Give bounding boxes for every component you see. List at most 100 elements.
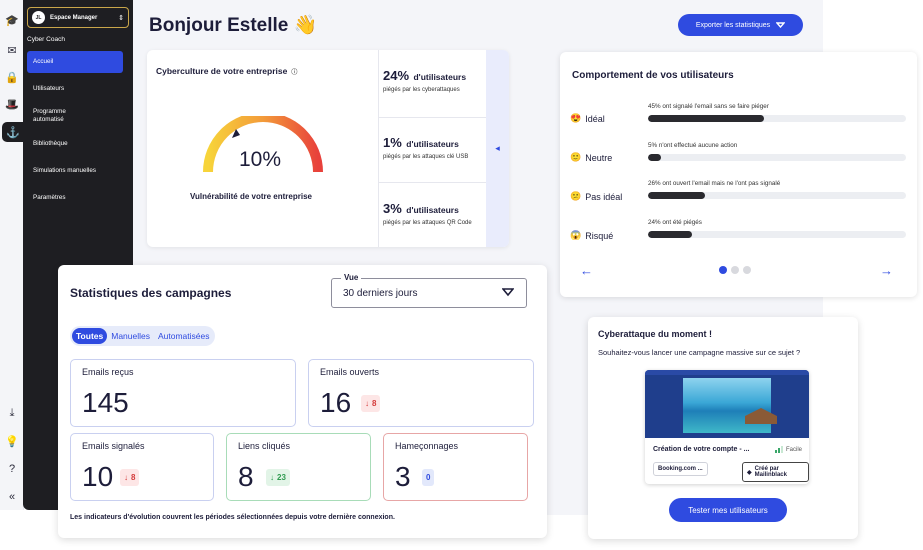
stat-unit: d'utilisateurs — [406, 139, 459, 149]
gauge-label: Vulnérabilité de votre entreprise — [190, 192, 312, 201]
sidebar-item-bibliotheque[interactable]: Bibliothèque — [27, 140, 123, 148]
kpi-value: 8 — [238, 461, 254, 492]
carousel-dot[interactable] — [719, 266, 727, 274]
behaviour-label-ideal: 😍 Idéal — [570, 113, 605, 124]
period-select-value: 30 derniers jours — [343, 288, 418, 299]
stat-value: 1% — [383, 135, 402, 150]
template-creator: ◆ Créé par Mailinblack — [742, 462, 809, 482]
kpi-hameconnages: Hameçonnages 3 0 — [383, 433, 528, 501]
chevron-updown-icon: ⇕ — [118, 14, 124, 22]
trap-stats: 24% d'utilisateurs piégés par les cybera… — [378, 50, 487, 247]
template-strip — [645, 370, 809, 375]
collapse-panel-button[interactable]: ◂ — [486, 50, 509, 247]
stat-unit: d'utilisateurs — [406, 205, 459, 215]
help-icon[interactable]: ? — [5, 462, 19, 476]
kpi-liens-cliques: Liens cliqués 8 ↓ 23 — [226, 433, 371, 501]
attack-title: Cyberattaque du moment ! — [598, 329, 713, 339]
template-difficulty: Facile — [775, 446, 802, 453]
campaign-footnote: Les indicateurs d'évolution couvrent les… — [70, 514, 395, 521]
carousel-dot[interactable] — [731, 266, 739, 274]
divider — [379, 117, 487, 118]
kpi-emails-ouverts: Emails ouverts 16 ↓ 8 — [308, 359, 534, 427]
stat-desc: piégés par les attaques QR Code — [383, 220, 472, 226]
template-sender: Booking.com ... — [653, 462, 708, 476]
hook-icon[interactable]: ⚓ — [2, 122, 24, 142]
kpi-delta-value: 23 — [277, 473, 286, 482]
export-button[interactable]: Exporter les statistiques — [678, 14, 803, 36]
kpi-label: Emails signalés — [82, 441, 145, 451]
tab-toutes[interactable]: Toutes — [72, 328, 108, 344]
template-preview[interactable]: Création de votre compte - ... Facile Bo… — [645, 370, 809, 484]
behaviour-bar-fill — [648, 115, 765, 122]
sidebar-item-programme[interactable]: Programme automatisé — [27, 108, 87, 124]
kpi-label: Hameçonnages — [395, 441, 459, 451]
chevron-left-icon: ◂ — [495, 143, 500, 153]
arrow-left-icon[interactable]: ← — [580, 263, 593, 278]
hat-icon[interactable]: 🎩 — [5, 97, 19, 111]
kpi-delta-badge: ↓ 8 — [120, 469, 140, 486]
behaviour-caption: 45% ont signalé l'email sans se faire pi… — [648, 103, 769, 110]
kpi-delta-value: 8 — [131, 473, 136, 482]
icon-rail: 🎓 ✉ 🔒 🎩 ⚓ ⤓ 💡 ? « — [0, 0, 24, 510]
template-name: Création de votre compte - ... — [653, 446, 750, 453]
space-selector[interactable]: JL Espace Manager ⇕ — [27, 7, 129, 28]
behaviour-label-text: Idéal — [585, 113, 605, 124]
test-users-button[interactable]: Tester mes utilisateurs — [669, 498, 787, 522]
attack-card: Cyberattaque du moment ! Souhaitez-vous … — [588, 317, 858, 539]
download-icon[interactable]: ⤓ — [5, 406, 19, 420]
sidebar-item-parametres[interactable]: Paramètres — [27, 194, 123, 202]
gauge-value: 10% — [239, 148, 282, 171]
arrow-right-icon[interactable]: → — [880, 263, 893, 278]
kpi-delta-value: 8 — [372, 399, 377, 408]
collapse-icon[interactable]: « — [5, 490, 19, 504]
arrow-down-icon: ↓ — [365, 399, 369, 408]
kpi-delta-badge: ↓ 23 — [266, 469, 290, 486]
behaviour-caption: 24% ont été piégés — [648, 219, 702, 226]
kpi-value: 10 — [82, 461, 114, 492]
period-select-label: Vue — [341, 273, 362, 282]
tab-manuelles[interactable]: Manuelles — [107, 328, 154, 344]
stat-desc: piégés par les attaques clé USB — [383, 154, 469, 160]
avatar: JL — [32, 11, 45, 24]
template-banner — [645, 370, 809, 438]
behaviour-label-pas-ideal: 😕 Pas idéal — [570, 191, 622, 202]
stat-cyberattaques: 24% d'utilisateurs piégés par les cybera… — [383, 67, 483, 95]
sidebar-item-simulations[interactable]: Simulations manuelles — [27, 167, 123, 175]
arrow-down-icon: ↓ — [124, 473, 128, 482]
difficulty-label: Facile — [786, 446, 803, 453]
info-icon[interactable]: ⓘ — [291, 70, 297, 76]
behaviour-label-text: Pas idéal — [585, 191, 623, 202]
campaign-stats-title: Statistiques des campagnes — [70, 286, 232, 300]
smile-hearts-icon: 😍 — [570, 113, 582, 123]
scream-face-icon: 😱 — [570, 230, 582, 240]
stat-value: 3% — [383, 201, 402, 216]
cyberculture-title-text: Cyberculture de votre entreprise — [156, 66, 288, 76]
sidebar-item-accueil[interactable]: Accueil — [27, 51, 123, 73]
behaviour-label-text: Neutre — [585, 152, 613, 163]
graduation-cap-icon[interactable]: 🎓 — [5, 13, 19, 27]
stat-usb: 1% d'utilisateurs piégés par les attaque… — [383, 134, 483, 162]
resort-image — [683, 378, 777, 433]
kpi-label: Liens cliqués — [238, 441, 291, 451]
lock-icon[interactable]: 🔒 — [5, 70, 19, 84]
carousel-dot[interactable] — [743, 266, 751, 274]
behaviour-title: Comportement de vos utilisateurs — [572, 70, 734, 81]
confused-face-icon: 😕 — [570, 191, 582, 201]
mail-icon[interactable]: ✉ — [5, 43, 19, 57]
kpi-label: Emails ouverts — [320, 367, 380, 377]
kpi-label: Emails reçus — [82, 367, 134, 377]
export-label: Exporter les statistiques — [695, 21, 771, 29]
kpi-value: 145 — [82, 387, 129, 418]
period-select[interactable]: Vue 30 derniers jours — [331, 273, 527, 308]
kpi-value: 16 — [320, 387, 352, 418]
stat-unit: d'utilisateurs — [413, 72, 467, 82]
behaviour-label-neutre: 🙂 Neutre — [570, 152, 612, 163]
mailinblack-logo-icon: ◆ — [747, 469, 752, 476]
page-title: Bonjour Estelle 👋 — [149, 13, 317, 37]
sidebar-item-utilisateurs[interactable]: Utilisateurs — [27, 85, 123, 93]
kpi-delta-value: 0 — [426, 473, 431, 482]
tab-automatisees[interactable]: Automatisées — [154, 328, 214, 344]
behaviour-caption: 5% n'ont effectué aucune action — [648, 142, 738, 149]
lightbulb-icon[interactable]: 💡 — [5, 434, 19, 448]
cyberculture-card: Cyberculture de votre entreprise ⓘ 10% Vu… — [147, 50, 509, 247]
